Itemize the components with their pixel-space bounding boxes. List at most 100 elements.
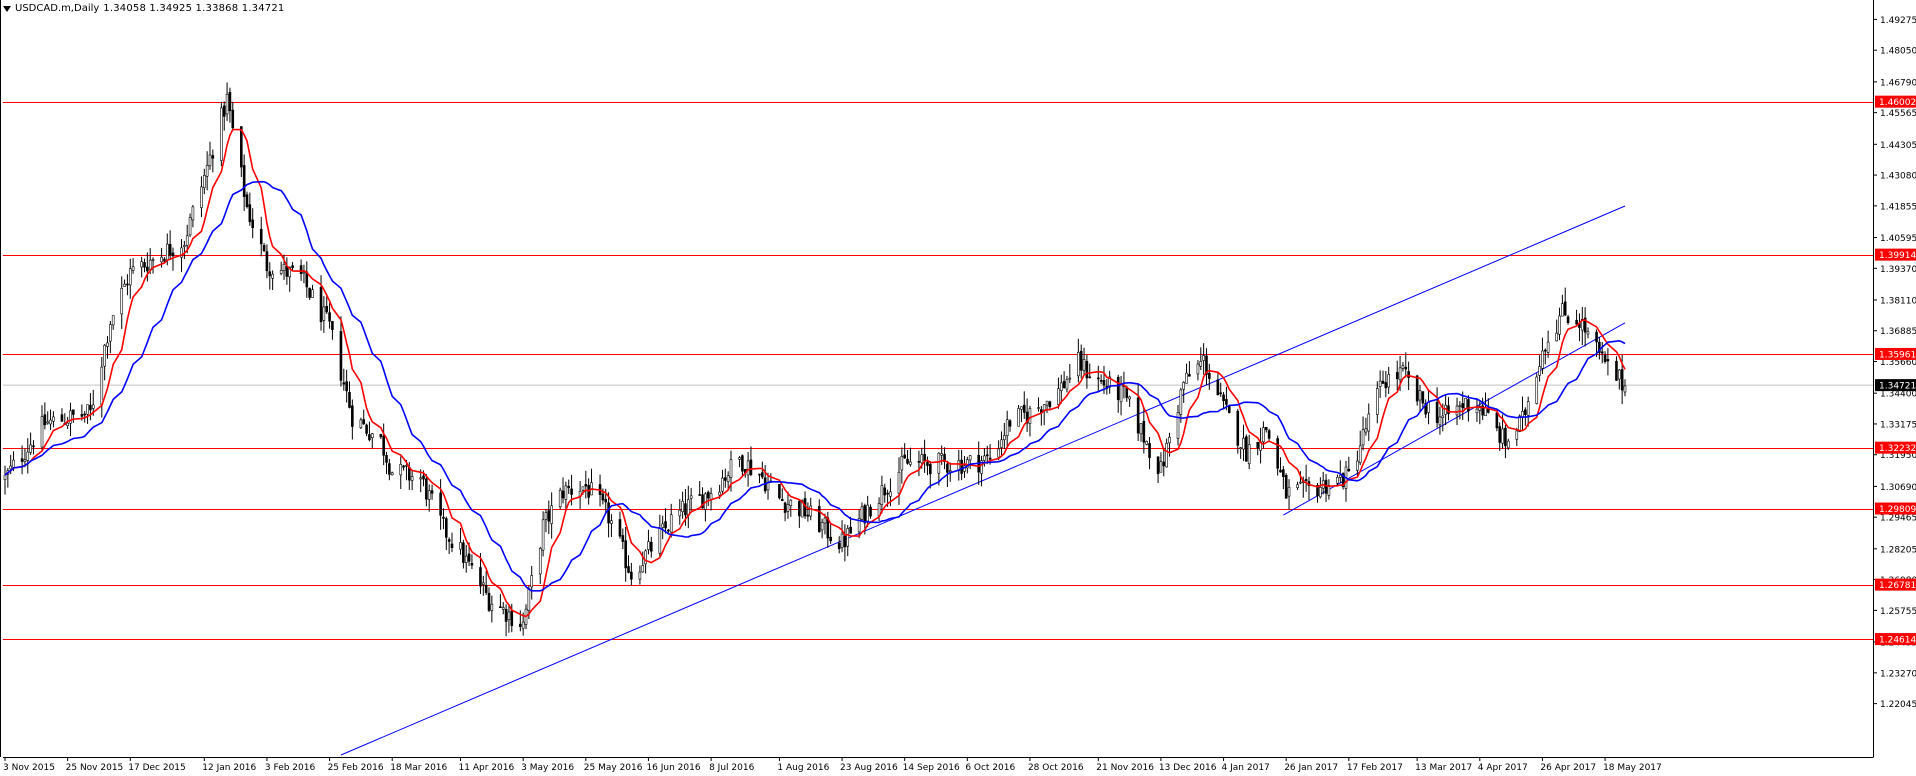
candle-body: [339, 331, 343, 381]
candle-body: [1435, 401, 1439, 423]
candle-body: [547, 510, 551, 522]
candle-body: [271, 273, 274, 279]
candle-body: [1119, 384, 1123, 403]
candle-body: [1179, 389, 1183, 415]
candle-body: [1085, 361, 1089, 379]
candle-body: [937, 452, 941, 474]
candle-body: [1242, 437, 1245, 450]
chart-canvas[interactable]: 1.49275 1.48050 1.46790 1.45565 1.44305 1.430…: [0, 0, 1916, 776]
price-tick-label: 1.28205: [1880, 545, 1916, 555]
candle-body: [897, 471, 901, 494]
candle-body: [684, 503, 687, 516]
candle-body: [202, 175, 206, 188]
candle-body: [721, 477, 724, 492]
candle-body: [820, 522, 824, 531]
time-tick-label: 25 Nov 2015: [66, 763, 124, 773]
candle-body: [40, 416, 44, 448]
candle-body: [798, 500, 801, 517]
candle-body: [302, 271, 306, 274]
candle-body: [1017, 408, 1020, 427]
candle-body: [501, 607, 505, 610]
candle-body: [1088, 376, 1092, 379]
candle-body: [507, 611, 511, 620]
chart-window[interactable]: 1.49275 1.48050 1.46790 1.45565 1.44305 1.430…: [0, 0, 1916, 776]
candle-body: [1376, 388, 1379, 415]
candle-body: [667, 529, 670, 532]
candle-body: [399, 463, 403, 476]
candle-body: [242, 165, 246, 197]
price-tick-label: 1.38110: [1880, 296, 1916, 306]
candle-body: [983, 455, 986, 461]
candle-body: [1136, 397, 1140, 434]
candle-body: [724, 477, 727, 481]
candle-body: [128, 268, 132, 286]
price-tick-label: 1.43080: [1880, 172, 1916, 182]
candle-body: [758, 473, 761, 476]
candle-body: [1000, 439, 1003, 448]
candle-body: [1475, 408, 1479, 414]
price-tick-label: 1.33175: [1880, 420, 1916, 430]
candle-body: [909, 461, 912, 465]
candle-body: [208, 154, 212, 167]
candle-body: [1338, 474, 1342, 478]
candle-body: [1045, 400, 1049, 406]
candle-body: [624, 540, 627, 569]
candle-body: [1438, 416, 1442, 426]
candle-body: [698, 494, 701, 496]
candle-body: [1586, 331, 1590, 335]
candle-body: [143, 262, 146, 268]
candle-body: [1099, 380, 1103, 382]
candle-body: [464, 555, 468, 563]
level-price-badge: 1.46002: [1879, 98, 1916, 108]
candle-body: [1324, 479, 1328, 494]
candle-body: [1615, 360, 1618, 381]
candle-body: [843, 535, 847, 548]
candle-body: [1245, 436, 1248, 462]
candle-body: [1415, 375, 1419, 402]
candle-body: [527, 588, 531, 611]
candle-body: [410, 476, 414, 481]
channel-line-1[interactable]: [340, 205, 1626, 756]
candle-body: [450, 543, 454, 548]
candle-body: [1082, 359, 1086, 371]
candle-body: [1022, 404, 1026, 413]
candle-body: [86, 404, 89, 415]
candle-body: [265, 251, 269, 272]
candle-body: [439, 492, 442, 516]
candle-body: [746, 460, 750, 476]
candle-body: [1361, 429, 1365, 446]
candle-body: [462, 542, 465, 563]
price-tick-label: 1.36885: [1880, 327, 1916, 337]
time-tick-label: 18 Mar 2016: [390, 763, 447, 773]
candle-body: [171, 252, 175, 257]
candle-body: [1595, 331, 1598, 343]
candle-body: [9, 465, 12, 470]
candle-body: [741, 455, 744, 472]
candle-body: [1199, 360, 1203, 367]
chart-menu-icon[interactable]: [3, 5, 11, 12]
level-price-badge: 1.32232: [1879, 444, 1916, 454]
candle-body: [484, 584, 488, 593]
candle-body: [385, 455, 388, 463]
candle-body: [487, 592, 491, 611]
candle-body: [405, 465, 408, 467]
candle-body: [817, 506, 821, 533]
candle-body: [3, 474, 7, 480]
candle-body: [1401, 365, 1405, 369]
candle-body: [43, 414, 47, 426]
candle-body: [1398, 367, 1402, 381]
candle-body: [840, 533, 844, 548]
time-tick-label: 14 Sep 2016: [903, 763, 960, 773]
price-tick-label: 1.49275: [1880, 16, 1916, 26]
candle-body: [447, 539, 451, 542]
candle-body: [1566, 316, 1570, 323]
candle-body: [1062, 381, 1066, 388]
candle-body: [1142, 421, 1146, 443]
candle-body: [285, 265, 289, 277]
candle-body: [1176, 412, 1180, 439]
candle-body: [402, 465, 405, 468]
candle-body: [519, 623, 522, 627]
candle-body: [291, 265, 294, 269]
time-tick-label: 1 Aug 2016: [777, 763, 829, 773]
candle-body: [968, 455, 972, 461]
